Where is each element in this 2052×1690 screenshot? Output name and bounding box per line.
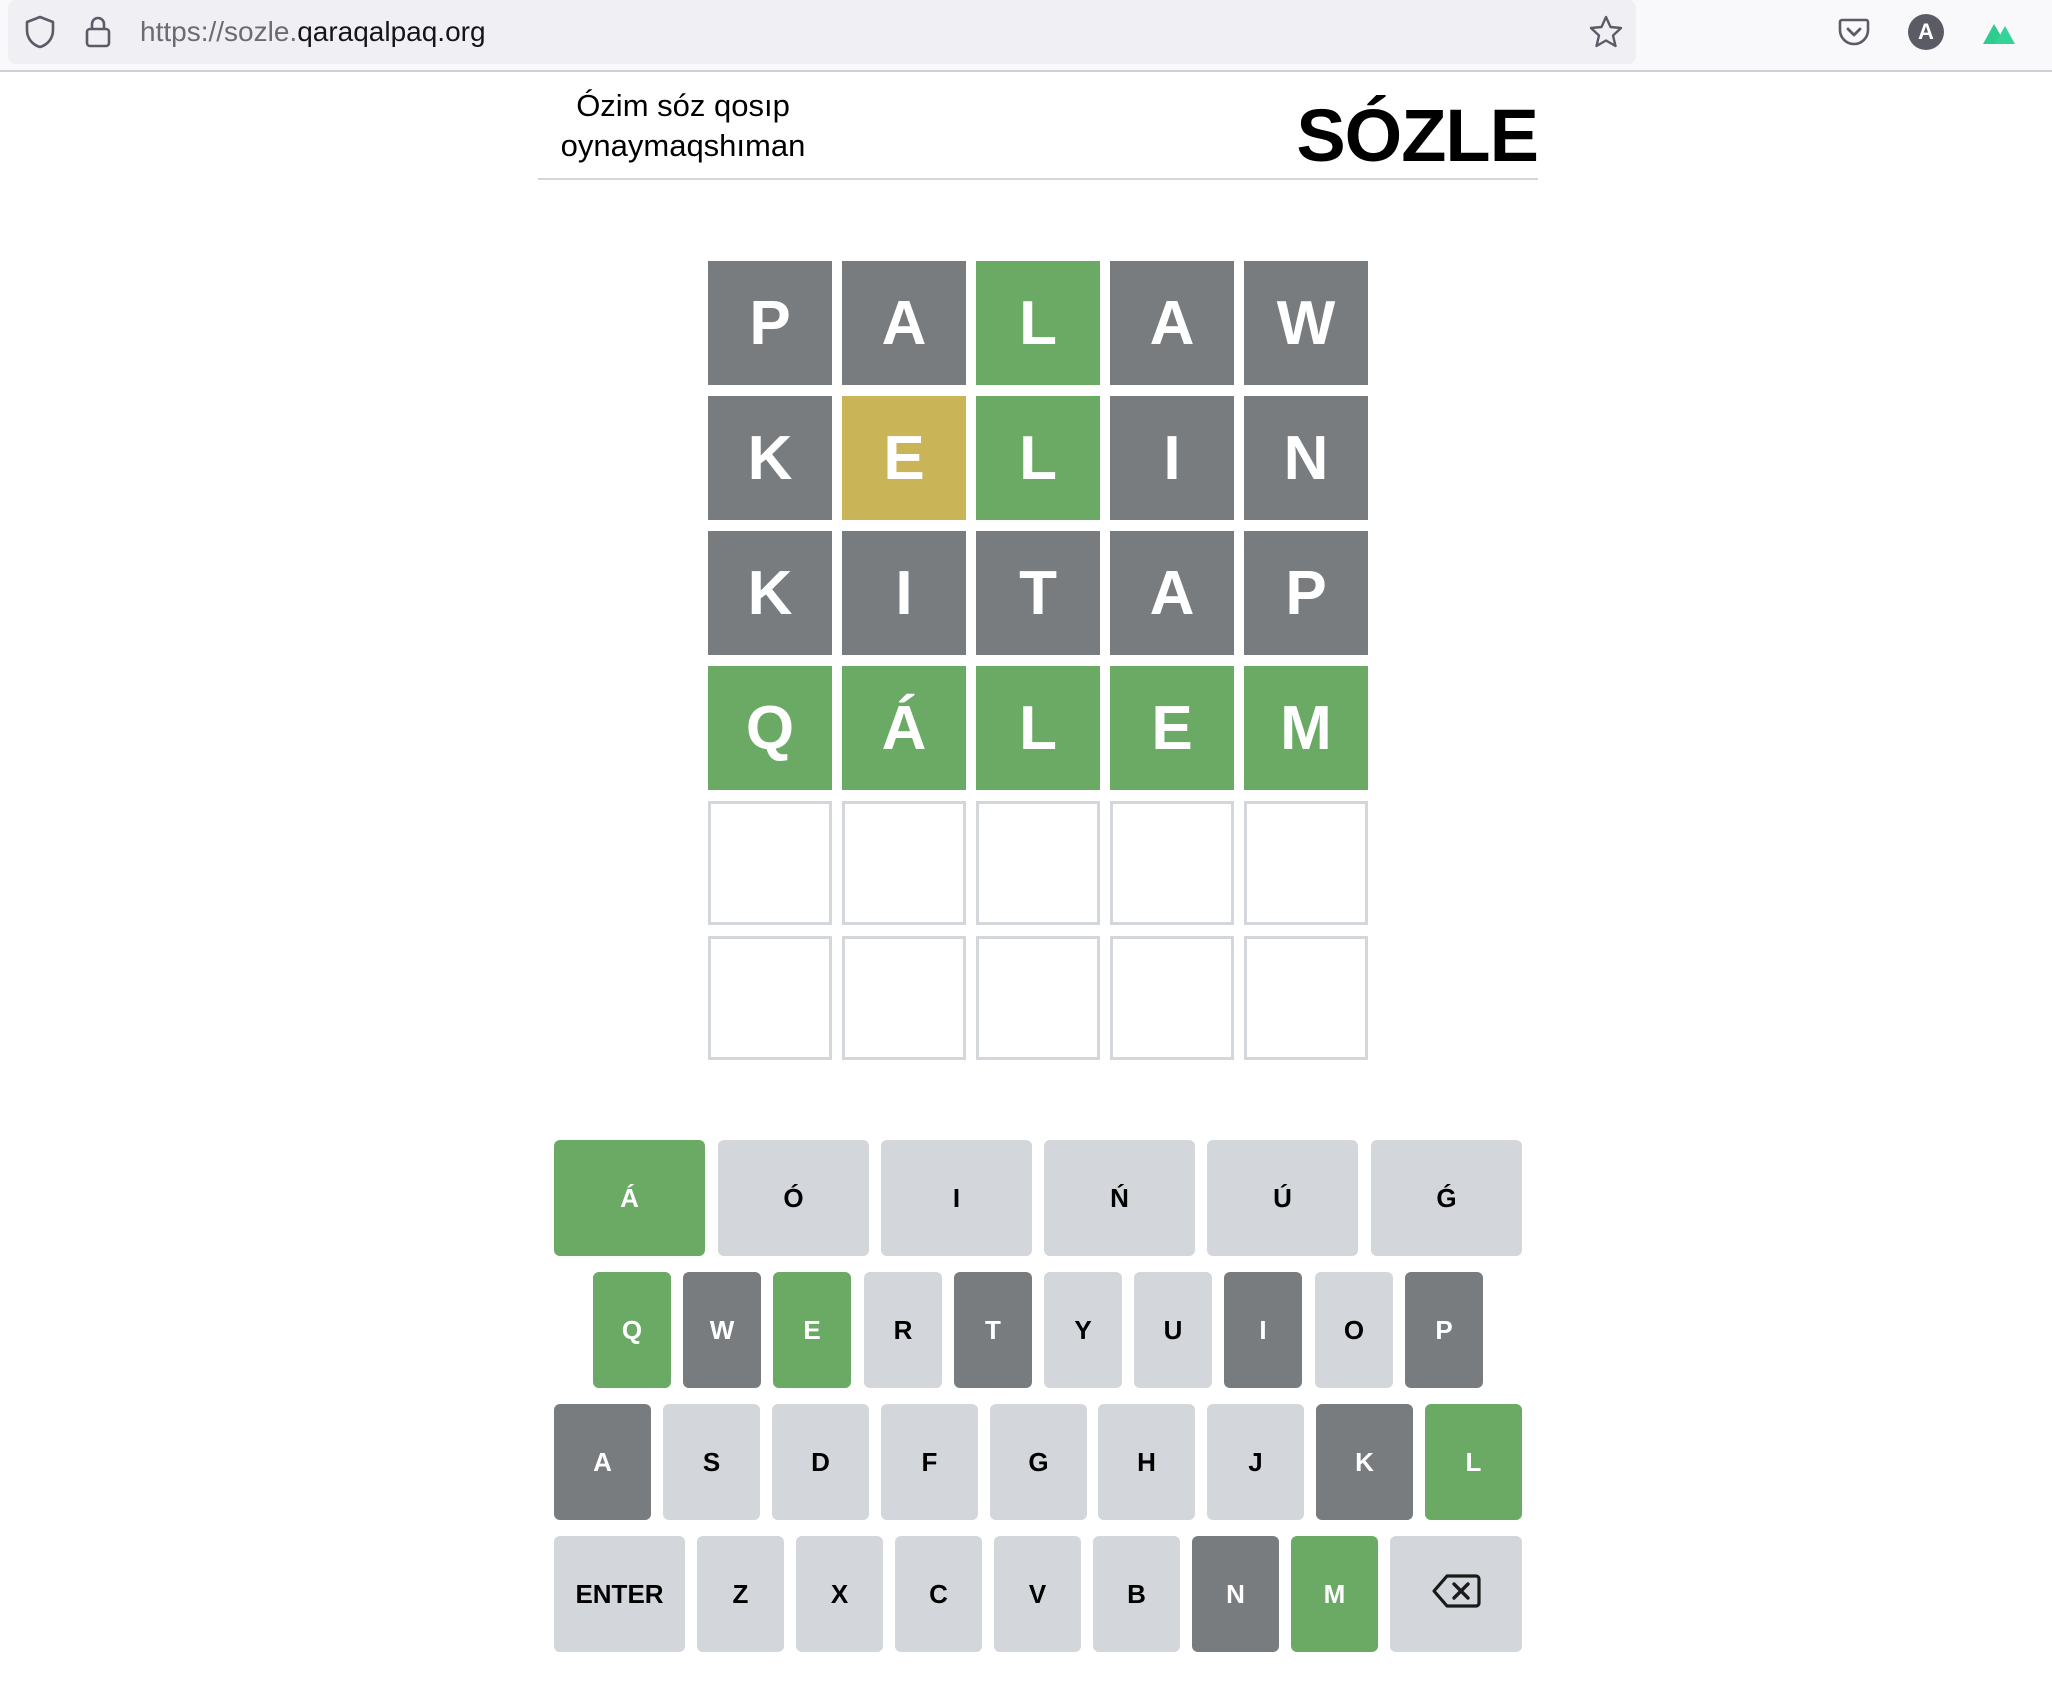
letter-tile: A: [1110, 531, 1234, 655]
letter-tile: P: [1244, 531, 1368, 655]
letter-tile: T: [976, 531, 1100, 655]
empty-tile: [708, 936, 832, 1060]
letter-key[interactable]: C: [895, 1536, 982, 1652]
empty-tile: [842, 936, 966, 1060]
letter-key[interactable]: T: [954, 1272, 1032, 1388]
letter-key[interactable]: L: [1425, 1404, 1522, 1520]
letter-key[interactable]: Y: [1044, 1272, 1122, 1388]
app-header: Ózim sóz qosıp oynaymaqshıman SÓZLE: [538, 72, 1539, 180]
letter-tile: L: [976, 666, 1100, 790]
letter-key[interactable]: I: [1224, 1272, 1302, 1388]
letter-key[interactable]: Á: [554, 1140, 705, 1256]
letter-key[interactable]: Ǵ: [1371, 1140, 1522, 1256]
letter-tile: L: [976, 396, 1100, 520]
backspace-icon: [1431, 1573, 1481, 1616]
backspace-key[interactable]: [1390, 1536, 1522, 1652]
add-own-word-link[interactable]: Ózim sóz qosıp oynaymaqshıman: [538, 86, 828, 166]
letter-key[interactable]: K: [1316, 1404, 1413, 1520]
letter-tile: E: [1110, 666, 1234, 790]
letter-key[interactable]: P: [1405, 1272, 1483, 1388]
letter-key[interactable]: V: [994, 1536, 1081, 1652]
on-screen-keyboard: Á Ó I Ń Ú Ǵ Q W E R T Y U I O P A S D F G H J K L ENTER Z X C V B N M: [554, 1140, 1522, 1652]
letter-key[interactable]: N: [1192, 1536, 1279, 1652]
letter-tile: A: [1110, 261, 1234, 385]
letter-key[interactable]: F: [881, 1404, 978, 1520]
letter-tile: A: [842, 261, 966, 385]
letter-key[interactable]: A: [554, 1404, 651, 1520]
keyboard-row: ENTER Z X C V B N M: [554, 1536, 1522, 1652]
empty-tile: [1244, 801, 1368, 925]
letter-key[interactable]: B: [1093, 1536, 1180, 1652]
empty-tile: [842, 801, 966, 925]
letter-key[interactable]: W: [683, 1272, 761, 1388]
letter-key[interactable]: G: [990, 1404, 1087, 1520]
letter-key[interactable]: H: [1098, 1404, 1195, 1520]
letter-tile: I: [1110, 396, 1234, 520]
shield-icon[interactable]: [22, 14, 58, 50]
letter-tile: Á: [842, 666, 966, 790]
game-board: PALAWKELINKITAPQÁLEM: [708, 261, 1368, 1060]
letter-key[interactable]: I: [881, 1140, 1032, 1256]
letter-tile: I: [842, 531, 966, 655]
empty-tile: [976, 936, 1100, 1060]
keyboard-row: ÁÓIŃÚǴ: [554, 1140, 1522, 1256]
address-bar[interactable]: https://sozle.qaraqalpaq.org: [8, 0, 1636, 64]
letter-key[interactable]: Q: [593, 1272, 671, 1388]
url-domain: qaraqalpaq.org: [297, 16, 486, 47]
letter-key[interactable]: O: [1315, 1272, 1393, 1388]
account-icon[interactable]: A: [1908, 14, 1944, 50]
empty-tile: [708, 801, 832, 925]
letter-key[interactable]: Ú: [1207, 1140, 1358, 1256]
star-icon[interactable]: [1586, 12, 1626, 52]
letter-key[interactable]: R: [864, 1272, 942, 1388]
empty-tile: [976, 801, 1100, 925]
letter-tile: L: [976, 261, 1100, 385]
letter-tile: P: [708, 261, 832, 385]
keyboard-row: QWERTYUIOP: [554, 1272, 1522, 1388]
letter-key[interactable]: S: [663, 1404, 760, 1520]
letter-tile: M: [1244, 666, 1368, 790]
letter-key[interactable]: X: [796, 1536, 883, 1652]
empty-tile: [1110, 936, 1234, 1060]
empty-tile: [1110, 801, 1234, 925]
letter-tile: E: [842, 396, 966, 520]
enter-key[interactable]: ENTER: [554, 1536, 685, 1652]
letter-tile: W: [1244, 261, 1368, 385]
letter-tile: N: [1244, 396, 1368, 520]
url-text[interactable]: https://sozle.qaraqalpaq.org: [140, 14, 486, 50]
letter-key[interactable]: M: [1291, 1536, 1378, 1652]
pocket-icon[interactable]: [1836, 14, 1872, 50]
letter-key[interactable]: Ó: [718, 1140, 869, 1256]
lock-icon[interactable]: [80, 14, 116, 50]
letter-key[interactable]: Z: [697, 1536, 784, 1652]
extension-icon[interactable]: [1980, 14, 2018, 50]
browser-toolbar: https://sozle.qaraqalpaq.org A: [0, 0, 2052, 72]
letter-key[interactable]: D: [772, 1404, 869, 1520]
app-logo: SÓZLE: [1296, 94, 1539, 177]
keyboard-row: ASDFGHJKL: [554, 1404, 1522, 1520]
letter-tile: Q: [708, 666, 832, 790]
letter-tile: K: [708, 531, 832, 655]
letter-tile: K: [708, 396, 832, 520]
letter-key[interactable]: Ń: [1044, 1140, 1195, 1256]
letter-key[interactable]: E: [773, 1272, 851, 1388]
url-prefix: https://sozle.: [140, 16, 298, 47]
letter-key[interactable]: U: [1134, 1272, 1212, 1388]
letter-key[interactable]: J: [1207, 1404, 1304, 1520]
empty-tile: [1244, 936, 1368, 1060]
